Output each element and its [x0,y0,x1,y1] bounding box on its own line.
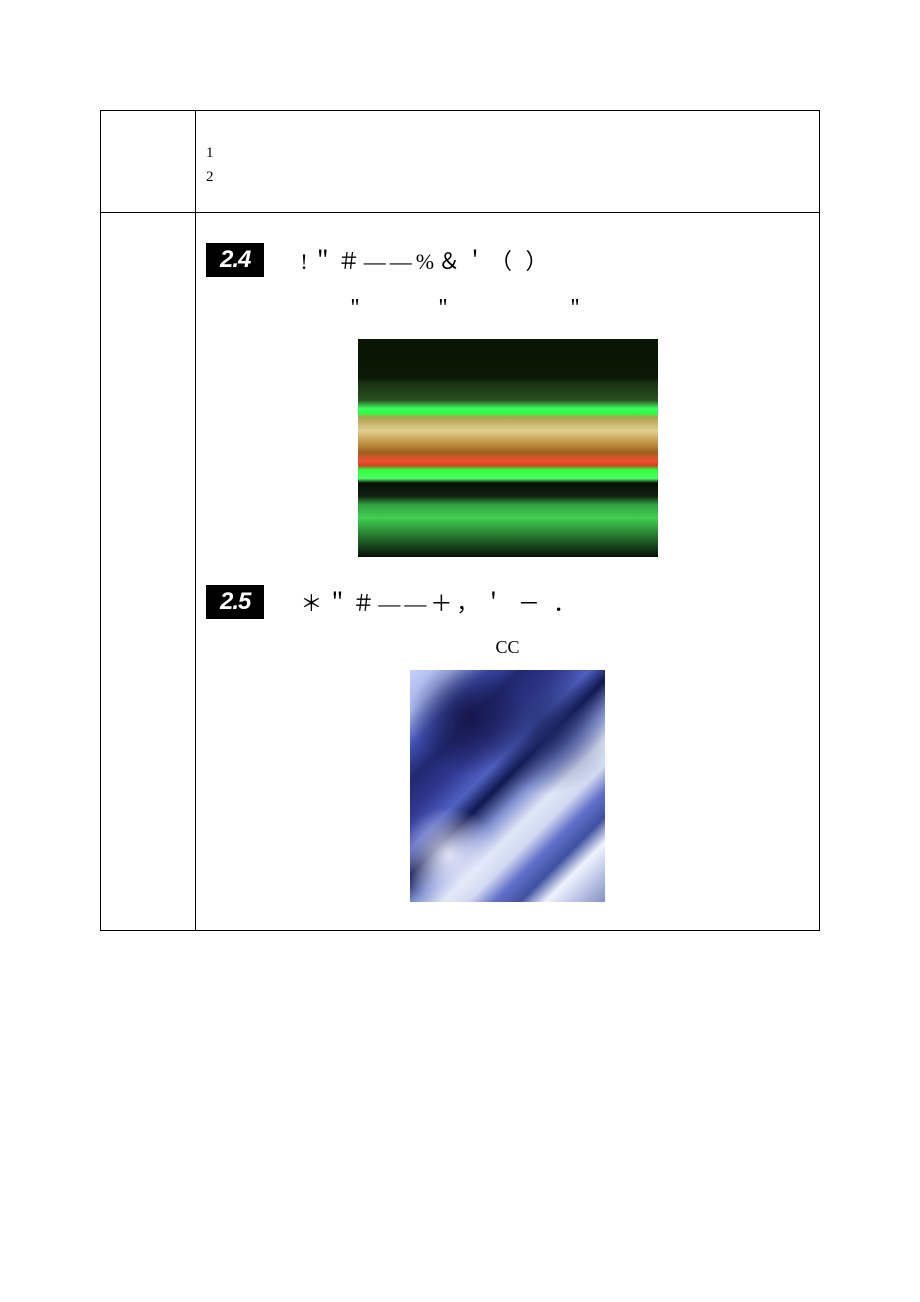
figure-1-night-city [358,339,658,557]
content-table: 1 2 2.4 !＂＃——%＆＇（ ） ＂ ＂ ＂ 2.5 ＊＂＃——＋，＇ －… [100,110,820,931]
badge-2-5: 2.5 [206,585,264,619]
cc-label: CC [206,637,809,658]
figure-1-block [206,339,809,557]
bottom-left-cell [101,213,196,931]
list-item-2: 2 [206,165,809,189]
document-page: 1 2 2.4 !＂＃——%＆＇（ ） ＂ ＂ ＂ 2.5 ＊＂＃——＋，＇ －… [0,0,920,931]
top-left-cell [101,111,196,213]
section-2-4-header: 2.4 !＂＃——%＆＇（ ） [206,243,809,277]
figure-2-block [206,670,809,902]
top-right-cell: 1 2 [196,111,820,213]
badge-2-4: 2.4 [206,243,264,277]
list-item-1: 1 [206,141,809,165]
section-2-5-header: 2.5 ＊＂＃——＋，＇ － ． [206,585,809,619]
title-2-4: !＂＃——%＆＇（ ） [300,244,551,276]
title-2-5: ＊＂＃——＋，＇ － ． [300,586,579,618]
sub-line-2-4: ＂ ＂ ＂ [346,295,809,319]
figure-2-winter-river [410,670,605,902]
bottom-right-cell: 2.4 !＂＃——%＆＇（ ） ＂ ＂ ＂ 2.5 ＊＂＃——＋，＇ － ． C… [196,213,820,931]
